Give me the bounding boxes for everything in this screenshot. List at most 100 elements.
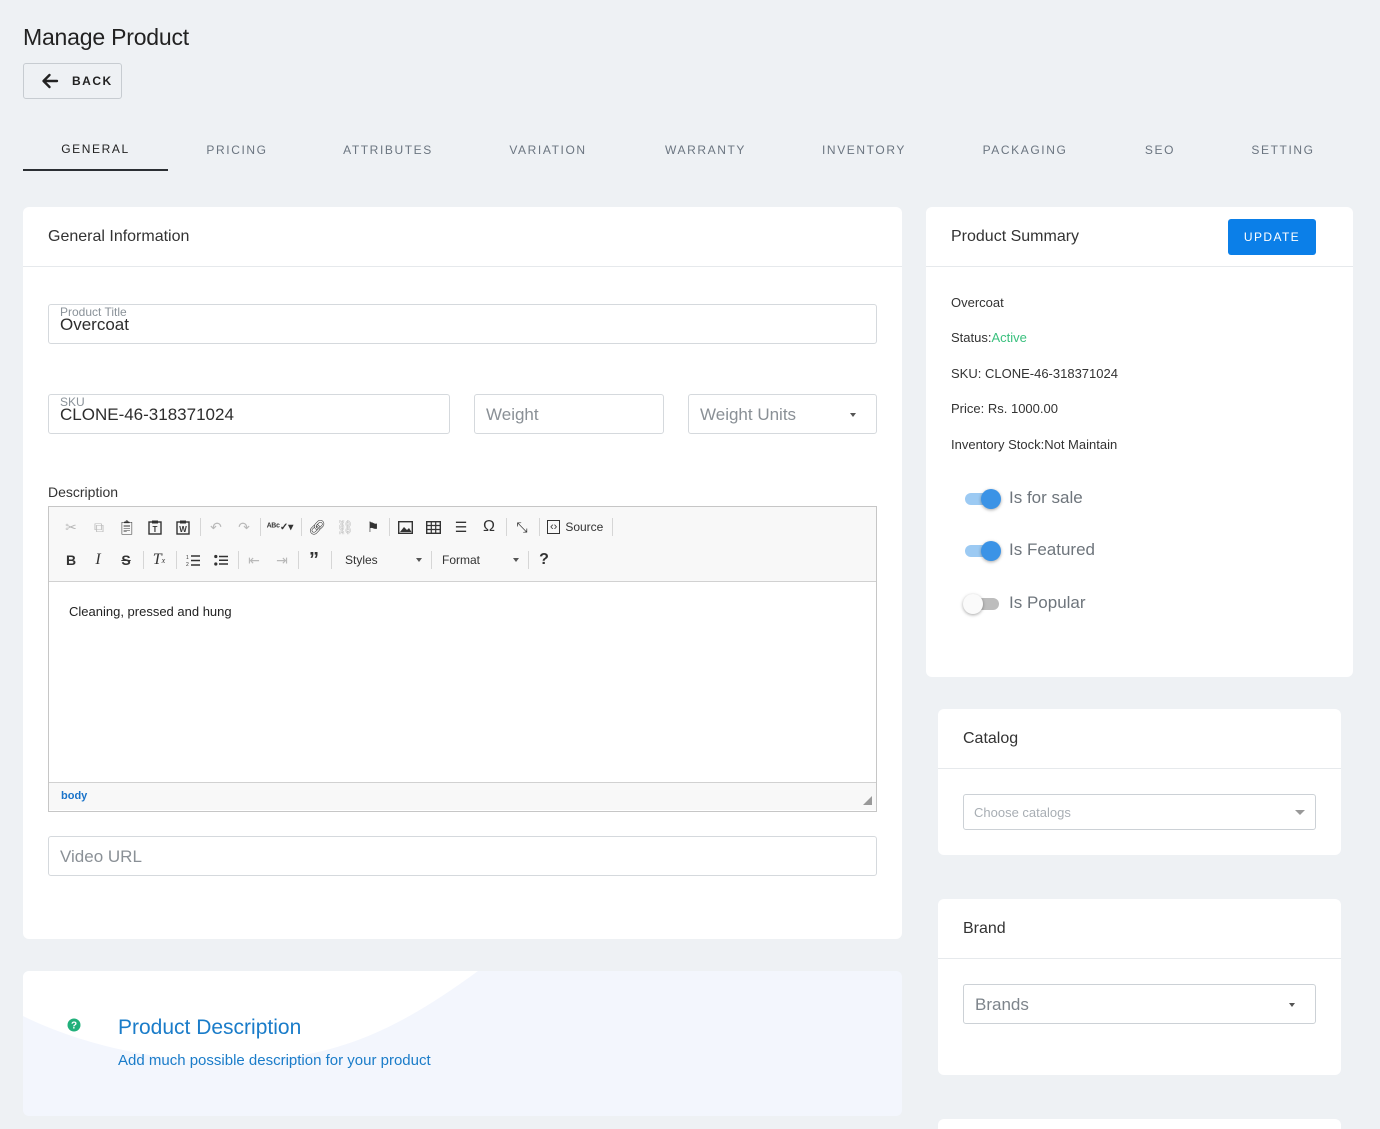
chevron-down-icon — [1289, 1003, 1295, 1007]
summary-sku: SKU: CLONE-46-318371024 — [951, 366, 1118, 381]
element-path[interactable]: body — [61, 790, 87, 802]
tab-variation[interactable]: VARIATION — [492, 128, 604, 171]
tab-setting[interactable]: SETTING — [1243, 128, 1323, 171]
sku-summary-label: SKU: — [951, 366, 982, 381]
editor-toolbar: ✂ ⧉ 📋︎ T W ↶ ↷ ᴬᴮᶜ✓▾ 🔗︎ ⛓ ⚑ ☰ Ω ⤡ ‹› Sou… — [49, 507, 876, 582]
product-summary-card: Product Summary UPDATE Overcoat Status:A… — [926, 207, 1353, 677]
special-char-icon[interactable]: Ω — [478, 516, 500, 538]
link-icon[interactable]: 🔗︎ — [306, 516, 328, 538]
weight-input[interactable]: Weight — [474, 394, 664, 434]
source-icon: ‹› — [547, 520, 561, 534]
toolbar-separator — [301, 518, 302, 536]
styles-dropdown[interactable]: Styles — [345, 549, 425, 571]
editor-content[interactable]: Cleaning, pressed and hung — [49, 582, 876, 782]
paste-icon[interactable]: 📋︎ — [116, 516, 138, 538]
toolbar-separator — [298, 551, 299, 569]
editor-footer: body — [49, 782, 876, 810]
redo-icon[interactable]: ↷ — [233, 516, 255, 538]
toolbar-separator — [389, 518, 390, 536]
brand-select[interactable]: Brands — [963, 984, 1316, 1024]
is-for-sale-toggle[interactable]: Is for sale — [963, 487, 1083, 509]
table-icon[interactable] — [422, 516, 444, 538]
tab-seo[interactable]: SEO — [1130, 128, 1190, 171]
copy-icon[interactable]: ⧉ — [88, 516, 110, 538]
format-dropdown[interactable]: Format — [442, 549, 522, 571]
status-label: Status: — [951, 330, 992, 345]
product-title-field[interactable]: Product Title Overcoat — [48, 304, 877, 344]
tab-inventory[interactable]: INVENTORY — [803, 128, 925, 171]
anchor-flag-icon[interactable]: ⚑ — [362, 516, 384, 538]
toolbar-separator — [200, 518, 201, 536]
spellcheck-icon[interactable]: ᴬᴮᶜ✓▾ — [265, 516, 295, 538]
blockquote-icon[interactable]: ” — [303, 549, 325, 571]
paste-word-icon[interactable]: W — [172, 516, 194, 538]
indent-icon[interactable]: ⇥ — [271, 549, 293, 571]
tab-attributes[interactable]: ATTRIBUTES — [327, 128, 449, 171]
update-button[interactable]: UPDATE — [1228, 219, 1316, 255]
toggle-switch[interactable] — [963, 487, 1001, 509]
summary-price: Price: Rs. 1000.00 — [951, 401, 1058, 416]
toolbar-separator — [528, 551, 529, 569]
maximize-icon[interactable]: ⤡ — [511, 516, 533, 538]
help-icon[interactable]: ? — [533, 549, 555, 571]
sku-value: CLONE-46-318371024 — [60, 405, 234, 424]
status-badge: Active — [991, 330, 1027, 345]
resize-handle-icon[interactable] — [863, 796, 872, 805]
cut-icon[interactable]: ✂ — [60, 516, 82, 538]
video-url-input[interactable]: Video URL — [48, 836, 877, 876]
summary-inventory: Inventory Stock:Not Maintain — [951, 437, 1117, 452]
is-featured-toggle[interactable]: Is Featured — [963, 539, 1095, 561]
unlink-icon[interactable]: ⛓ — [334, 516, 356, 538]
numbered-list-icon[interactable]: 12 — [182, 549, 204, 571]
toggle-switch[interactable] — [963, 592, 1001, 614]
styles-label: Styles — [345, 553, 378, 567]
general-info-heading: General Information — [23, 207, 902, 267]
bulleted-list-icon[interactable] — [210, 549, 232, 571]
toolbar-separator — [260, 518, 261, 536]
tab-warranty[interactable]: WARRANTY — [648, 128, 763, 171]
sku-field[interactable]: SKU CLONE-46-318371024 — [48, 394, 450, 434]
catalog-select[interactable]: Choose catalogs — [963, 794, 1316, 830]
strikethrough-icon[interactable]: S — [115, 549, 137, 571]
price-label: Price: — [951, 401, 985, 416]
tab-packaging[interactable]: PACKAGING — [965, 128, 1085, 171]
page-title: Manage Product — [23, 24, 189, 50]
inventory-value: Not Maintain — [1044, 437, 1118, 452]
product-title-value: Overcoat — [60, 315, 129, 334]
tab-pricing[interactable]: PRICING — [182, 128, 292, 171]
description-editor: ✂ ⧉ 📋︎ T W ↶ ↷ ᴬᴮᶜ✓▾ 🔗︎ ⛓ ⚑ ☰ Ω ⤡ ‹› Sou… — [48, 506, 877, 812]
bold-icon[interactable]: B — [60, 549, 82, 571]
back-label: BACK — [72, 74, 113, 88]
toolbar-separator — [176, 551, 177, 569]
is-popular-toggle[interactable]: Is Popular — [963, 592, 1086, 614]
source-button[interactable]: ‹› Source — [547, 516, 603, 538]
info-title: Product Description — [118, 1016, 302, 1039]
catalog-placeholder: Choose catalogs — [974, 805, 1071, 820]
remove-format-icon[interactable]: Tx — [148, 549, 170, 571]
paste-text-icon[interactable]: T — [144, 516, 166, 538]
weight-placeholder: Weight — [486, 405, 539, 424]
toolbar-separator — [331, 551, 332, 569]
brand-placeholder: Brands — [975, 995, 1029, 1014]
toolbar-separator — [238, 551, 239, 569]
back-button[interactable]: BACK — [23, 63, 122, 99]
toolbar-separator — [506, 518, 507, 536]
catalog-card: Catalog Choose catalogs — [938, 709, 1341, 855]
undo-icon[interactable]: ↶ — [205, 516, 227, 538]
horizontal-rule-icon[interactable]: ☰ — [450, 516, 472, 538]
svg-text:1: 1 — [186, 555, 189, 561]
toolbar-separator — [143, 551, 144, 569]
source-label: Source — [565, 520, 604, 534]
image-icon[interactable] — [394, 516, 416, 538]
toggle-switch[interactable] — [963, 539, 1001, 561]
italic-icon[interactable]: I — [87, 549, 109, 571]
product-summary-heading: Product Summary — [951, 227, 1080, 245]
format-label: Format — [442, 553, 481, 567]
price-value: Rs. 1000.00 — [987, 401, 1058, 416]
svg-text:?: ? — [71, 1021, 77, 1032]
sku-summary-value: CLONE-46-318371024 — [984, 366, 1118, 381]
toggle-label: Is Popular — [1009, 593, 1086, 612]
tab-general[interactable]: GENERAL — [23, 128, 168, 171]
weight-units-select[interactable]: Weight Units — [688, 394, 877, 434]
outdent-icon[interactable]: ⇤ — [243, 549, 265, 571]
